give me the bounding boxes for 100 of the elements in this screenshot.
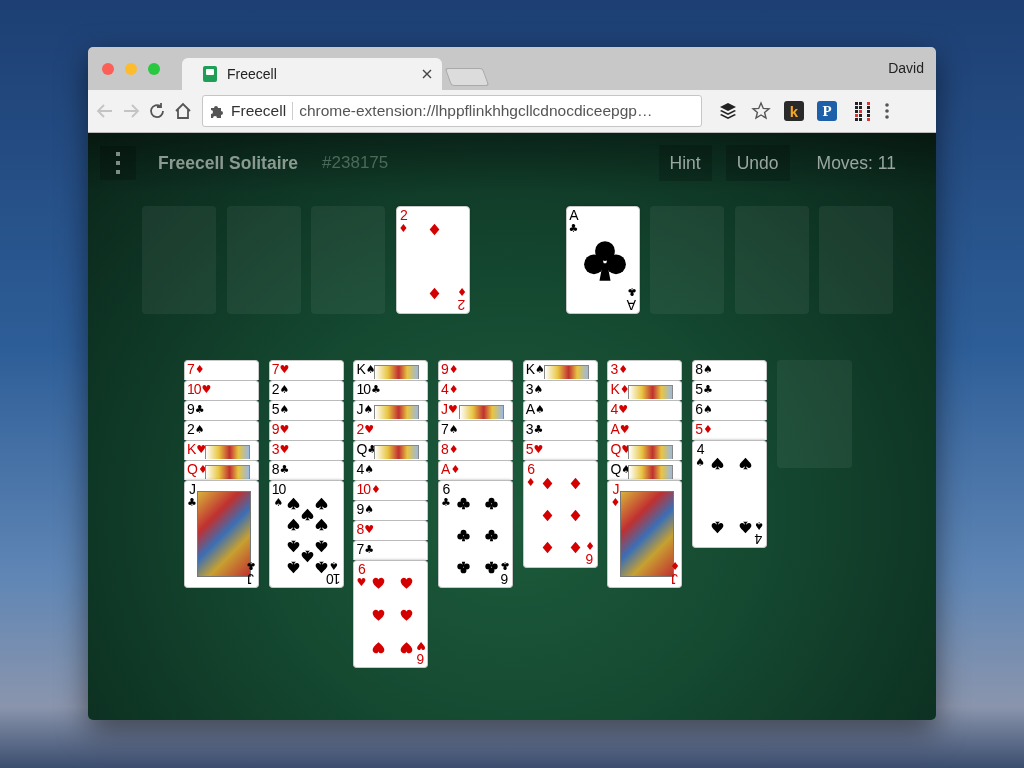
menu-button[interactable] — [100, 146, 136, 180]
zoom-window-button[interactable] — [148, 63, 160, 75]
extension-button[interactable]: k — [784, 101, 804, 121]
card-suit: ♠ — [695, 457, 705, 468]
game-action-button[interactable]: Hint — [658, 145, 712, 181]
puzzle-piece-icon — [209, 103, 225, 119]
card-suit: ♣ — [187, 497, 197, 508]
card-suit: ♦ — [456, 286, 467, 297]
playing-card[interactable]: 2♠ — [184, 420, 259, 440]
playing-card[interactable]: A♦ — [438, 460, 514, 480]
playing-card[interactable]: J♠ — [353, 400, 429, 420]
free-cell-slot[interactable] — [311, 206, 385, 314]
playing-card[interactable]: A♠ — [522, 400, 598, 420]
playing-card[interactable]: 3♠ — [522, 380, 598, 400]
playing-card[interactable]: 7♣ — [353, 540, 429, 560]
playing-card[interactable]: 6 ♥ 6 ♥ — [353, 560, 429, 668]
card-rank: 9 — [271, 422, 279, 437]
card-suit: ♦ — [370, 482, 381, 497]
card-suit: ♥ — [448, 402, 458, 417]
reload-icon[interactable] — [148, 102, 166, 120]
playing-card[interactable]: 2♠ — [268, 380, 344, 400]
playing-card[interactable]: J ♣ J ♣ — [184, 480, 259, 588]
card-rank: 10 — [356, 482, 370, 497]
playing-card[interactable]: 10♥ — [184, 380, 259, 400]
playing-card[interactable]: 5♦ — [692, 420, 768, 440]
free-cell-slot[interactable] — [142, 206, 216, 314]
profile-name[interactable]: David — [888, 60, 936, 90]
playing-card[interactable]: J ♦ J ♦ — [607, 480, 683, 588]
playing-card[interactable]: 10 ♠ 10 ♠ — [268, 480, 344, 588]
moves-counter: Moves: 11 — [816, 152, 896, 174]
card-suit: ♣ — [500, 560, 511, 571]
playing-card[interactable]: 6 ♣ 6 ♣ — [438, 480, 514, 588]
address-bar[interactable]: Freecell chrome-extension://lhppflinkhhgcllcdnocdiceepgp… — [202, 95, 702, 127]
playing-card[interactable]: K♠ — [353, 360, 429, 380]
playing-card[interactable]: 9♦ — [438, 360, 514, 380]
playing-card[interactable]: 3♣ — [522, 420, 598, 440]
playing-card[interactable]: 7♥ — [268, 360, 344, 380]
playing-card[interactable]: K♦ — [607, 380, 683, 400]
playing-card[interactable]: 7♠ — [438, 420, 514, 440]
site-label: Freecell — [231, 102, 294, 120]
playing-card[interactable]: J♥ — [438, 400, 514, 420]
playing-card[interactable]: 4♠ — [353, 460, 429, 480]
card-suit: ♥ — [619, 422, 630, 437]
playing-card[interactable]: 3♥ — [268, 440, 344, 460]
playing-card[interactable]: A♥ — [607, 420, 683, 440]
playing-card[interactable]: 5♣ — [692, 380, 768, 400]
free-cell-slot[interactable] — [226, 206, 301, 314]
card-suit: ♠ — [279, 382, 290, 397]
close-icon[interactable] — [422, 69, 432, 79]
playing-card[interactable]: 8♦ — [438, 440, 514, 460]
playing-card[interactable]: 4 ♠ 4 ♠ — [692, 440, 768, 548]
card-suit: ♦ — [194, 362, 205, 377]
card-rank: 7 — [356, 542, 364, 557]
playing-card[interactable]: A ♣ A ♣ — [565, 206, 640, 314]
card-suit: ♥ — [279, 442, 290, 457]
playing-card[interactable]: 8♣ — [268, 460, 344, 480]
game-action-button[interactable]: Undo — [725, 145, 790, 181]
playing-card[interactable]: 10♣ — [353, 380, 429, 400]
home-icon[interactable] — [174, 102, 192, 120]
browser-tab[interactable]: Freecell — [182, 58, 442, 90]
layers-icon[interactable] — [718, 101, 738, 121]
card-rank: A — [569, 208, 578, 223]
playing-card[interactable]: 4♥ — [607, 400, 683, 420]
playing-card[interactable]: 2♥ — [353, 420, 429, 440]
card-suit: ♠ — [448, 422, 459, 437]
card-rank: 6 — [695, 402, 702, 417]
bookmark-star-icon[interactable] — [751, 101, 771, 121]
card-suit: ♣ — [246, 560, 256, 571]
playing-card[interactable]: K♥ — [184, 440, 259, 460]
playing-card[interactable]: 10♦ — [353, 480, 429, 500]
playing-card[interactable]: 5♥ — [522, 440, 598, 460]
card-rank: J — [441, 402, 448, 417]
foundation-slot[interactable] — [819, 206, 893, 314]
card-rank: 3 — [610, 362, 618, 377]
playing-card[interactable]: 8♥ — [353, 520, 429, 540]
foundation-slot[interactable] — [734, 206, 809, 314]
card-suit: ♠ — [535, 402, 545, 417]
playing-card[interactable]: 2 ♦ 2 ♦ — [395, 206, 470, 314]
tab-title: Freecell — [227, 66, 278, 82]
playing-card[interactable]: 4♦ — [438, 380, 514, 400]
card-suit: ♦ — [618, 362, 629, 377]
playing-card[interactable]: 3♦ — [607, 360, 683, 380]
playing-card[interactable]: 7♦ — [184, 360, 259, 380]
minimize-window-button[interactable] — [125, 63, 137, 75]
playing-card[interactable]: 9♠ — [353, 500, 429, 520]
close-window-button[interactable] — [102, 63, 114, 75]
new-tab-button[interactable] — [444, 68, 490, 86]
menu-icon[interactable] — [884, 102, 890, 120]
playing-card[interactable]: 6 ♦ 6 ♦ — [522, 460, 598, 568]
card-suit: ♣ — [364, 542, 375, 557]
playing-card[interactable]: K♠ — [522, 360, 598, 380]
card-rank: 6 — [586, 551, 594, 566]
playing-card[interactable]: 6♠ — [692, 400, 768, 420]
extension-button[interactable]: P — [817, 101, 837, 121]
card-rank: 2 — [400, 208, 407, 223]
foundation-slot[interactable] — [650, 206, 724, 314]
playing-card[interactable]: 9♥ — [268, 420, 344, 440]
playing-card[interactable]: 9♣ — [184, 400, 259, 420]
playing-card[interactable]: 5♠ — [268, 400, 344, 420]
playing-card[interactable]: 8♠ — [692, 360, 768, 380]
